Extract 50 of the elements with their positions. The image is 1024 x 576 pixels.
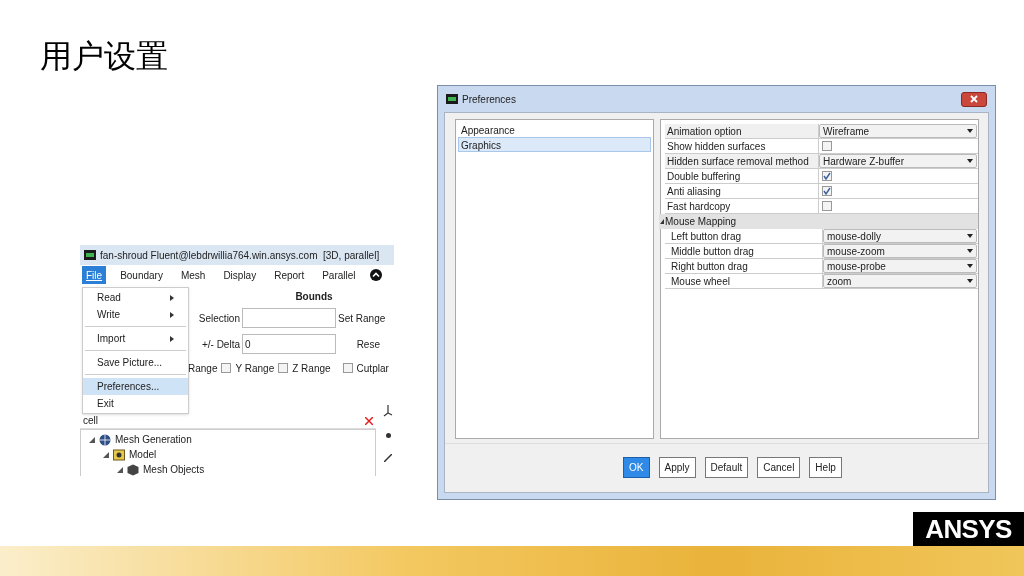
menu-item[interactable]: Boundary	[116, 266, 167, 284]
search-field[interactable]: cell	[80, 413, 376, 429]
menu-item[interactable]: Mesh	[176, 266, 210, 284]
checkbox-label: Z Range	[292, 361, 331, 376]
property-label: Double buffering	[665, 169, 819, 183]
property-label: Fast hardcopy	[665, 199, 819, 213]
section-heading: Bounds	[294, 290, 334, 304]
menu-entry[interactable]: Write	[83, 306, 188, 323]
category-item[interactable]: Appearance	[458, 122, 651, 137]
dialog-title: Preferences	[462, 92, 516, 107]
dialog-button[interactable]: Default	[704, 457, 749, 478]
checkbox-label: Y Range	[235, 361, 275, 376]
property-label: Show hidden surfaces	[665, 139, 819, 153]
menu-item[interactable]: File	[82, 266, 107, 284]
dialog-button[interactable]: Apply	[658, 457, 696, 478]
dropdown[interactable]: Hardware Z-buffer	[819, 154, 977, 168]
logo: ANSYS	[913, 512, 1024, 546]
menu-item[interactable]: Display	[219, 266, 261, 284]
checkbox-label: Range	[188, 361, 218, 376]
menu-entry[interactable]: Preferences...	[83, 378, 188, 395]
menu-entry[interactable]: Exit	[83, 395, 188, 412]
dropdown[interactable]: Wireframe	[819, 124, 977, 138]
dropdown[interactable]: mouse-zoom	[823, 244, 977, 258]
tree-item[interactable]: Mesh Objects	[143, 462, 205, 476]
field-label: Selection	[197, 311, 240, 326]
dialog-button[interactable]: Cancel	[757, 457, 801, 478]
tree-item[interactable]: Mesh Generation	[115, 432, 192, 447]
group-header[interactable]: Mouse Mapping	[659, 214, 978, 229]
menu-entry[interactable]: Save Picture...	[83, 354, 188, 371]
dialog-button[interactable]: OK	[623, 457, 650, 478]
menu-item[interactable]: Report	[270, 266, 309, 284]
field-label: Set Range	[338, 311, 386, 326]
category-item[interactable]: Graphics	[458, 137, 651, 152]
property-label: Animation option	[665, 124, 819, 138]
property-label: Hidden surface removal method	[665, 154, 819, 168]
dropdown[interactable]: zoom	[823, 274, 977, 288]
dropdown[interactable]: mouse-probe	[823, 259, 977, 273]
dialog-button[interactable]: Help	[809, 457, 842, 478]
text-field[interactable]: 0	[242, 334, 336, 354]
checkbox-label: Cutplar	[356, 361, 389, 376]
menu-item[interactable]: Parallel	[318, 266, 360, 284]
tree-item[interactable]: Model	[129, 447, 157, 462]
property-label: Anti aliasing	[665, 184, 819, 198]
menu-entry[interactable]: Import	[83, 330, 188, 347]
window-title: fan-shroud Fluent@lebdrwillia764.win.ansys.com [3D, parallel]	[100, 248, 380, 263]
dropdown[interactable]: mouse-dolly	[823, 229, 977, 243]
menu-entry[interactable]: Read	[83, 289, 188, 306]
field-label: +/- Delta	[200, 337, 240, 352]
field-label: Rese	[356, 337, 380, 352]
slide-title: 用户设置	[40, 36, 168, 77]
